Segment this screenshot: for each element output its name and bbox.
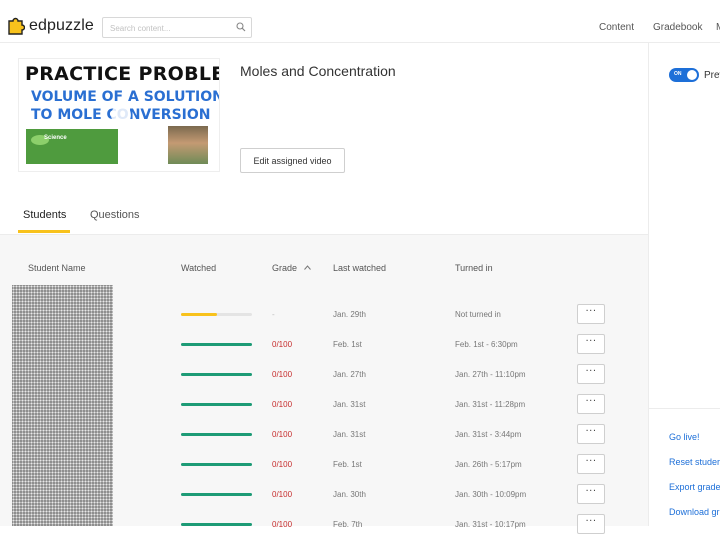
more-options-button[interactable]: ···: [577, 514, 605, 534]
grade-cell[interactable]: 0/100: [272, 340, 292, 349]
preview-label: Prev: [704, 70, 720, 81]
turned-in-cell: Not turned in: [455, 310, 501, 319]
turned-in-cell: Feb. 1st - 6:30pm: [455, 340, 518, 349]
side-divider: [649, 408, 720, 409]
last-watched-cell: Jan. 29th: [333, 310, 366, 319]
watched-progress-bar: [181, 373, 252, 376]
last-watched-cell: Feb. 7th: [333, 520, 363, 529]
more-options-button[interactable]: ···: [577, 304, 605, 324]
turned-in-cell: Jan. 31st - 3:44pm: [455, 430, 522, 439]
more-options-button[interactable]: ···: [577, 334, 605, 354]
watched-progress-fill: [181, 433, 252, 436]
grade-cell[interactable]: 0/100: [272, 520, 292, 529]
watched-progress-bar: [181, 403, 252, 406]
watched-progress-bar: [181, 463, 252, 466]
tab-questions[interactable]: Questions: [90, 209, 140, 221]
watched-progress-fill: [181, 463, 252, 466]
grade-cell[interactable]: 0/100: [272, 460, 292, 469]
logo-text: edpuzzle: [29, 17, 94, 34]
last-watched-cell: Jan. 31st: [333, 400, 366, 409]
watched-progress-fill: [181, 493, 252, 496]
presenter-photo: [168, 126, 208, 164]
watched-progress-bar: [181, 313, 252, 316]
badge-label: Science: [44, 135, 67, 141]
thumbnail-line: VOLUME OF A SOLUTION: [31, 89, 220, 105]
grade-cell[interactable]: 0/100: [272, 490, 292, 499]
play-icon[interactable]: [111, 105, 131, 125]
last-watched-cell: Jan. 30th: [333, 490, 366, 499]
download-grades-link[interactable]: Download gr: [669, 507, 720, 517]
watched-progress-fill: [181, 313, 217, 316]
go-live-link[interactable]: Go live!: [669, 432, 700, 442]
video-title: Moles and Concentration: [240, 63, 396, 79]
last-watched-cell: Jan. 31st: [333, 430, 366, 439]
tab-students[interactable]: Students: [23, 209, 66, 221]
watched-progress-fill: [181, 373, 252, 376]
active-tab-indicator: [18, 230, 70, 233]
nav-gradebook[interactable]: Gradebook: [653, 22, 702, 33]
preview-toggle[interactable]: ON: [669, 68, 699, 82]
thumbnail-title: PRACTICE PROBLEM: [25, 63, 219, 85]
grade-cell[interactable]: 0/100: [272, 430, 292, 439]
watched-progress-bar: [181, 493, 252, 496]
science-badge: Science: [26, 129, 118, 164]
logo[interactable]: edpuzzle: [7, 16, 94, 36]
last-watched-cell: Jan. 27th: [333, 370, 366, 379]
more-options-button[interactable]: ···: [577, 364, 605, 384]
more-options-button[interactable]: ···: [577, 484, 605, 504]
grade-cell[interactable]: -: [272, 310, 275, 319]
export-grades-link[interactable]: Export grade: [669, 482, 720, 492]
puzzle-icon: [8, 17, 25, 35]
toggle-state: ON: [674, 71, 682, 77]
header-student-name[interactable]: Student Name: [28, 263, 86, 273]
nav-content[interactable]: Content: [599, 22, 634, 33]
last-watched-cell: Feb. 1st: [333, 460, 362, 469]
redacted-student-names: [12, 285, 113, 526]
grade-cell[interactable]: 0/100: [272, 400, 292, 409]
watched-progress-fill: [181, 343, 252, 346]
more-options-button[interactable]: ···: [577, 454, 605, 474]
search-input[interactable]: [103, 19, 231, 38]
grade-cell[interactable]: 0/100: [272, 370, 292, 379]
side-panel: ON Prev Go live! Reset studer Export gra…: [648, 43, 720, 526]
watched-progress-fill: [181, 403, 252, 406]
sort-icon[interactable]: [304, 265, 311, 270]
search-icon[interactable]: [236, 22, 246, 32]
edit-assigned-video-button[interactable]: Edit assigned video: [240, 148, 345, 173]
last-watched-cell: Feb. 1st: [333, 340, 362, 349]
turned-in-cell: Jan. 27th - 11:10pm: [455, 370, 526, 379]
watched-progress-fill: [181, 523, 252, 526]
video-thumbnail[interactable]: PRACTICE PROBLEM VOLUME OF A SOLUTION TO…: [18, 58, 220, 172]
header-watched[interactable]: Watched: [181, 263, 216, 273]
header-turned-in[interactable]: Turned in: [455, 263, 493, 273]
watched-progress-bar: [181, 433, 252, 436]
watched-progress-bar: [181, 523, 252, 526]
header-grade[interactable]: Grade: [272, 263, 297, 273]
header-last-watched[interactable]: Last watched: [333, 263, 386, 273]
turned-in-cell: Jan. 30th - 10:09pm: [455, 490, 527, 499]
nav-more[interactable]: M: [716, 22, 720, 33]
turned-in-cell: Jan. 31st - 11:28pm: [455, 400, 526, 409]
turned-in-cell: Jan. 26th - 5:17pm: [455, 460, 522, 469]
top-bar: edpuzzle Content Gradebook M: [0, 12, 720, 43]
search-box: [102, 17, 252, 38]
more-options-button[interactable]: ···: [577, 424, 605, 444]
more-options-button[interactable]: ···: [577, 394, 605, 414]
reset-students-link[interactable]: Reset studer: [669, 457, 720, 467]
watched-progress-bar: [181, 343, 252, 346]
toggle-knob: [687, 70, 697, 80]
turned-in-cell: Jan. 31st - 10:17pm: [455, 520, 526, 529]
